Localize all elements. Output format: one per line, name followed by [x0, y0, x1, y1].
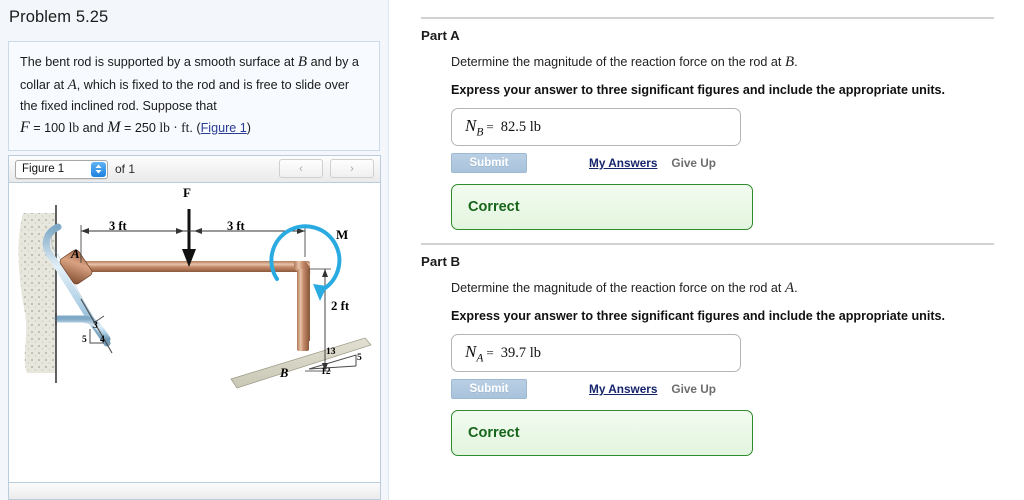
part-a-button-row: Submit My Answers Give Up: [451, 153, 994, 173]
dim-arrow-mid-right: [194, 228, 202, 234]
part-a-answer-field[interactable]: NB = 82.5 lb: [451, 108, 741, 146]
part-b-divider: [421, 243, 994, 245]
problem-statement-text: The bent rod is supported by a smooth su…: [20, 51, 368, 140]
figure-next-button[interactable]: ›: [330, 159, 374, 178]
part-b-question-pre: Determine the magnitude of the reaction …: [451, 281, 785, 295]
part-a-answer-equals: =: [486, 119, 494, 134]
part-a-answer-value: 82.5 lb: [500, 118, 541, 135]
statement-symbol-b: B: [297, 54, 308, 70]
part-a-status-badge: Correct: [451, 184, 753, 230]
bent-rod-diagram: [18, 205, 372, 389]
part-b-answer-symbol: NA: [465, 341, 484, 365]
part-b-button-row: Submit My Answers Give Up: [451, 379, 994, 399]
dim-arrow-mid-left: [176, 228, 184, 234]
part-b-status-badge: Correct: [451, 410, 753, 456]
part-a-status-text: Correct: [468, 199, 520, 215]
page-title: Problem 5.25: [9, 8, 109, 26]
part-a-answer-symbol: NB: [465, 115, 484, 139]
part-a-section: Part A Determine the magnitude of the re…: [421, 17, 994, 230]
left-panel: Problem 5.25 The bent rod is supported b…: [0, 0, 389, 500]
dim-arrow-left: [81, 228, 89, 234]
label-moment-m: M: [336, 227, 349, 242]
figure-toolbar: Figure 1 of 1 ‹ ›: [9, 156, 380, 183]
dim-arrow-top: [322, 269, 328, 277]
statement-line1b: and: [307, 55, 332, 69]
part-b-question-post: .: [794, 281, 798, 295]
label-point-a: A: [71, 246, 80, 261]
part-a-instruction: Express your answer to three significant…: [451, 83, 946, 97]
part-b-my-answers-link[interactable]: My Answers: [589, 382, 657, 396]
statement-unit2: lb · ft: [159, 119, 190, 135]
statement-symbol-a: A: [67, 76, 77, 93]
label-slope-5: 5: [82, 335, 87, 345]
part-b-answer-value: 39.7 lb: [500, 344, 541, 361]
figure-select-value: Figure 1: [22, 163, 65, 175]
label-dim-left: 3 ft: [109, 219, 127, 233]
part-a-answer-subscript: B: [476, 126, 484, 139]
statement-and: and: [82, 120, 104, 135]
figure-nav-buttons: ‹ ›: [279, 159, 374, 178]
statement-symbol-f: F: [20, 118, 30, 136]
figure-widget: Figure 1 of 1 ‹ › F 3 ft 3 ft M A 2 ft 3…: [8, 155, 381, 500]
figure-footer-bar: [9, 482, 380, 499]
right-panel: Part A Determine the magnitude of the re…: [389, 0, 1024, 500]
part-a-submit-button[interactable]: Submit: [451, 153, 527, 173]
label-slope-5b: 5: [357, 353, 362, 363]
statement-unit1: lb: [68, 119, 80, 135]
part-a-my-answers-link[interactable]: My Answers: [589, 156, 657, 170]
label-slope-13: 13: [326, 347, 336, 357]
label-dim-right: 3 ft: [227, 219, 245, 233]
figure-canvas: F 3 ft 3 ft M A 2 ft 3 5 4 B 13 12 5: [9, 183, 380, 482]
label-point-b: B: [280, 366, 289, 380]
figure-prev-button[interactable]: ‹: [279, 159, 323, 178]
part-b-instruction: Express your answer to three significant…: [451, 309, 946, 323]
part-a-give-up-link[interactable]: Give Up: [671, 156, 716, 170]
part-b-body: Determine the magnitude of the reaction …: [421, 280, 994, 456]
statement-line1a: The bent rod is supported by a smooth su…: [20, 55, 298, 69]
part-b-question: Determine the magnitude of the reaction …: [451, 280, 994, 297]
part-b-heading: Part B: [421, 254, 461, 269]
part-b-question-symbol: A: [784, 280, 795, 296]
part-a-question: Determine the magnitude of the reaction …: [451, 54, 994, 71]
label-slope-4: 4: [100, 335, 105, 345]
statement-line2b: , which is fixed to the rod and is free …: [76, 77, 292, 92]
label-slope-12: 12: [321, 367, 331, 377]
problem-page: Problem 5.25 The bent rod is supported b…: [0, 0, 1024, 500]
part-a-body: Determine the magnitude of the reaction …: [421, 54, 994, 230]
label-slope-3: 3: [93, 321, 98, 331]
part-b-section: Part B Determine the magnitude of the re…: [421, 243, 994, 456]
part-a-question-post: .: [794, 55, 798, 69]
part-b-answer-field[interactable]: NA = 39.7 lb: [451, 334, 741, 372]
statement-period: .: [189, 120, 193, 135]
statement-eq1: = 100: [33, 120, 66, 135]
part-b-submit-button[interactable]: Submit: [451, 379, 527, 399]
figure-count-label: of 1: [115, 162, 136, 176]
rod-vertical: [297, 269, 309, 351]
label-dim-vertical: 2 ft: [331, 299, 350, 313]
chevron-updown-glyph: [95, 164, 102, 174]
part-b-status-text: Correct: [468, 425, 520, 441]
part-b-answer-equals: =: [486, 345, 494, 360]
problem-statement-box: The bent rod is supported by a smooth su…: [8, 41, 380, 152]
part-a-divider: [421, 17, 994, 19]
part-a-question-pre: Determine the magnitude of the reaction …: [451, 55, 785, 69]
part-b-answer-subscript: A: [476, 352, 484, 365]
chevron-updown-icon: [91, 161, 106, 177]
part-b-give-up-link[interactable]: Give Up: [671, 382, 716, 396]
paren-close: ): [246, 120, 251, 135]
part-a-heading: Part A: [421, 28, 460, 43]
label-force-f: F: [183, 185, 191, 200]
figure-select[interactable]: Figure 1: [15, 159, 108, 179]
statement-symbol-m: M: [107, 118, 121, 136]
part-a-question-symbol: B: [784, 54, 795, 70]
statement-eq2: = 250: [124, 120, 156, 135]
figure-1-link[interactable]: Figure 1: [201, 121, 247, 135]
